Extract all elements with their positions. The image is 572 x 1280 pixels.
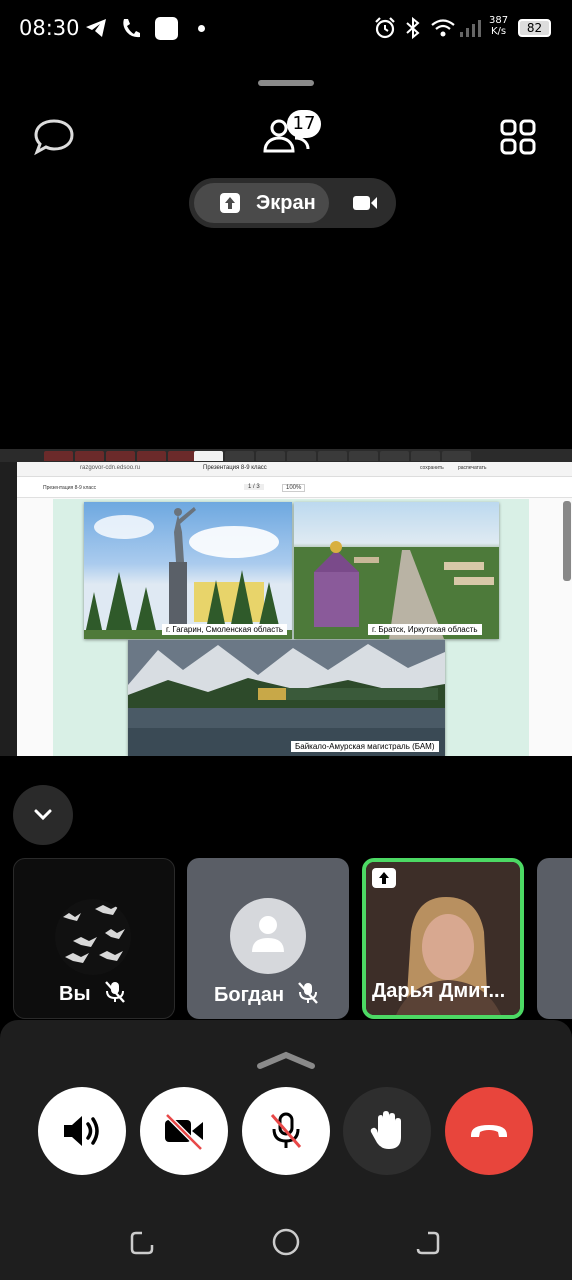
nav-home-icon[interactable]: [271, 1227, 301, 1257]
participants-count-badge: 17: [287, 110, 321, 138]
screen-share-icon: [220, 193, 240, 213]
chat-icon[interactable]: [33, 118, 75, 156]
browser-tab: [256, 451, 285, 461]
photo-caption-gagarin: г. Гагарин, Смоленская область: [162, 624, 288, 635]
browser-tab: [137, 451, 166, 461]
pdf-page-indicator: 1 / 3: [244, 484, 264, 490]
bratsk-illustration: [294, 541, 499, 639]
participant-name: Вы: [59, 983, 91, 1005]
photo-caption-bratsk: г. Братск, Иркутская область: [368, 624, 482, 635]
bratsk-photo: г. Братск, Иркутская область: [294, 502, 499, 639]
photo-caption-bam: Байкало-Амурская магистраль (БАМ): [291, 741, 439, 752]
browser-tab: [442, 451, 471, 461]
browser-tab: [411, 451, 440, 461]
telegram-icon: [86, 19, 106, 37]
bluetooth-icon: [406, 16, 420, 40]
pdf-zoom: 100%: [282, 484, 306, 492]
screen-share-icon: [379, 872, 389, 884]
browser-tab: [287, 451, 316, 461]
address-page-title: Презентация 8-9 класс: [203, 465, 267, 471]
speaker-icon: [64, 1116, 99, 1146]
browser-tab: [44, 451, 73, 461]
screen-camera-toggle: Экран: [189, 178, 396, 228]
dot-icon: [198, 25, 205, 32]
pdf-title: Презентация 8-9 класс: [43, 485, 97, 491]
speaker-button[interactable]: [38, 1087, 126, 1175]
mic-muted-icon: [105, 981, 125, 1003]
participant-tile-self[interactable]: Вы: [13, 858, 175, 1019]
nav-back-icon[interactable]: [128, 1229, 156, 1257]
pdf-scrollbar[interactable]: [563, 501, 571, 581]
raise-hand-button[interactable]: [343, 1087, 431, 1175]
bat-pattern-avatar-icon: [63, 905, 125, 963]
phone-icon: [123, 19, 140, 38]
person-icon: [252, 916, 284, 952]
browser-tab: [168, 451, 197, 461]
grid-layout-icon[interactable]: [500, 119, 536, 155]
screen-sharing-indicator: [372, 868, 396, 888]
address-url: razgovor-cdn.edsoo.ru: [80, 465, 141, 471]
browser-tab: [75, 451, 104, 461]
address-print-label: распечатать: [458, 465, 487, 471]
screen-view-label: Экран: [256, 192, 316, 214]
browser-tab-bar: [0, 449, 572, 462]
pdf-toolbar: Презентация 8-9 класс 1 / 3 100%: [0, 478, 572, 498]
shared-screen[interactable]: razgovor-cdn.edsoo.ru Презентация 8-9 кл…: [0, 449, 572, 756]
sheet-drag-handle[interactable]: [258, 80, 314, 86]
microphone-toggle-button[interactable]: [242, 1087, 330, 1175]
browser-side-panel: [0, 462, 17, 756]
chevron-down-icon: [34, 809, 52, 821]
browser-tab: [106, 451, 135, 461]
camera-view-button[interactable]: [339, 183, 389, 223]
gagarin-illustration: [84, 507, 292, 639]
address-save-label: сохранить: [420, 465, 444, 471]
participant-tile-partial[interactable]: [537, 858, 572, 1019]
hang-up-button[interactable]: [445, 1087, 533, 1175]
mic-off-icon: [270, 1112, 302, 1148]
browser-tab: [318, 451, 347, 461]
network-speed-unit: K/s: [490, 26, 507, 37]
participant-name: Богдан: [214, 984, 285, 1006]
browser-tab: [225, 451, 254, 461]
bam-illustration: [128, 640, 445, 756]
status-bar: 08:30 387 K/s 82: [0, 0, 572, 58]
chevron-up-icon[interactable]: [256, 1050, 316, 1070]
participant-tile-speaking[interactable]: Дарья Дмит...: [362, 858, 524, 1019]
status-time: 08:30: [19, 16, 80, 40]
network-speed: 387 K/s: [489, 15, 508, 37]
bam-photo: Байкало-Амурская магистраль (БАМ): [128, 640, 445, 756]
nav-recents-icon[interactable]: [414, 1229, 442, 1257]
browser-address-bar: razgovor-cdn.edsoo.ru Презентация 8-9 кл…: [0, 462, 572, 477]
participant-name: Дарья Дмит...: [372, 980, 506, 1002]
alarm-icon: [375, 17, 395, 39]
browser-tab: [380, 451, 409, 461]
gagarin-photo: г. Гагарин, Смоленская область: [84, 502, 292, 639]
camera-toggle-button[interactable]: [140, 1087, 228, 1175]
wifi-icon: [431, 19, 455, 37]
mic-muted-icon: [298, 982, 318, 1004]
collapse-participants-button[interactable]: [13, 785, 73, 845]
hang-up-icon: [471, 1125, 507, 1137]
camera-off-icon: [165, 1113, 203, 1151]
app-square-icon: [155, 17, 178, 40]
battery-indicator: 82: [518, 19, 551, 37]
raise-hand-icon: [370, 1111, 401, 1149]
avatar: [230, 898, 306, 974]
participant-tile[interactable]: Богдан: [187, 858, 349, 1019]
network-speed-value: 387: [489, 15, 509, 26]
signal-icon: [460, 20, 481, 37]
browser-tab: [349, 451, 378, 461]
avatar: [55, 899, 131, 975]
browser-tab-active: [194, 451, 223, 461]
screen-view-button[interactable]: Экран: [194, 183, 329, 223]
video-camera-icon: [353, 196, 377, 210]
